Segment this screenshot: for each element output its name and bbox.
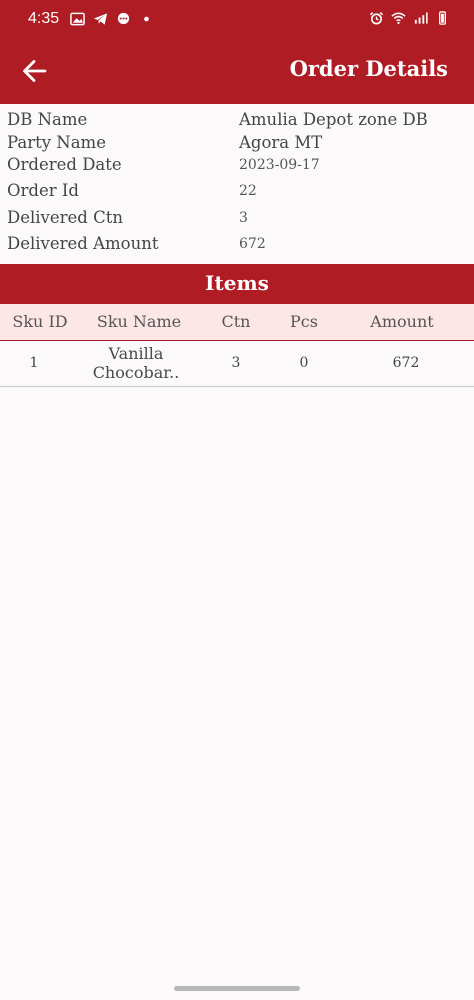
info-row-db-name: DB Name Amulia Depot zone DB — [0, 110, 474, 134]
telegram-icon — [93, 13, 108, 25]
chat-icon — [117, 12, 130, 25]
info-row-party-name: Party Name Agora MT — [0, 133, 474, 157]
sku-name-line-2: Chocobar.. — [92, 363, 180, 382]
status-time: 4:35 — [28, 10, 60, 27]
table-row[interactable]: 1 Vanilla Chocobar.. 3 0 672 — [0, 342, 474, 387]
cell-pcs: 0 — [299, 355, 309, 371]
items-title: Items — [205, 271, 269, 295]
arrow-left-icon — [23, 60, 47, 82]
delivered-amount-label: Delivered Amount — [7, 234, 159, 253]
app-bar: Order Details — [0, 38, 474, 104]
status-left-icons — [70, 12, 154, 26]
items-table-header: Sku ID Sku Name Ctn Pcs Amount — [0, 304, 474, 341]
ordered-date-value: 2023-09-17 — [239, 157, 320, 173]
gesture-nav-bar[interactable] — [174, 986, 300, 991]
column-header-amount: Amount — [370, 312, 434, 331]
info-row-delivered-ctn: Delivered Ctn 3 — [0, 208, 474, 232]
battery-icon — [439, 11, 446, 25]
alarm-icon — [369, 12, 384, 25]
cell-amount: 672 — [392, 355, 420, 371]
column-header-sku-id: Sku ID — [12, 312, 68, 331]
sku-name-line-1: Vanilla — [108, 344, 164, 363]
party-name-value: Agora MT — [239, 133, 323, 152]
order-id-label: Order Id — [7, 181, 79, 200]
cell-sku-name: Vanilla Chocobar.. — [76, 344, 196, 382]
column-header-pcs: Pcs — [290, 312, 318, 331]
info-row-delivered-amount: Delivered Amount 672 — [0, 234, 474, 258]
ordered-date-label: Ordered Date — [7, 155, 122, 174]
info-row-ordered-date: Ordered Date 2023-09-17 — [0, 155, 474, 179]
items-section-header: Items — [0, 264, 474, 304]
db-name-value: Amulia Depot zone DB — [239, 110, 428, 129]
order-info-section: DB Name Amulia Depot zone DB Party Name … — [0, 104, 474, 264]
page-title: Order Details — [289, 56, 448, 81]
column-header-ctn: Ctn — [221, 312, 251, 331]
party-name-label: Party Name — [7, 133, 106, 152]
cell-sku-id: 1 — [29, 355, 39, 371]
gallery-icon — [70, 12, 85, 26]
order-id-value: 22 — [239, 183, 257, 199]
delivered-ctn-value: 3 — [239, 210, 248, 226]
info-row-order-id: Order Id 22 — [0, 181, 474, 205]
wifi-icon — [391, 12, 406, 25]
status-bar: 4:35 — [0, 0, 474, 38]
column-header-sku-name: Sku Name — [96, 312, 182, 331]
back-button[interactable] — [18, 56, 52, 86]
db-name-label: DB Name — [7, 110, 88, 129]
delivered-amount-value: 672 — [239, 236, 266, 252]
dot-icon — [144, 16, 149, 22]
order-details-screen: 4:35 Order Details DB Name Amulia Depot … — [0, 0, 474, 1000]
delivered-ctn-label: Delivered Ctn — [7, 208, 123, 227]
signal-icon — [414, 12, 428, 24]
status-right-icons — [369, 11, 450, 25]
cell-ctn: 3 — [231, 355, 241, 371]
